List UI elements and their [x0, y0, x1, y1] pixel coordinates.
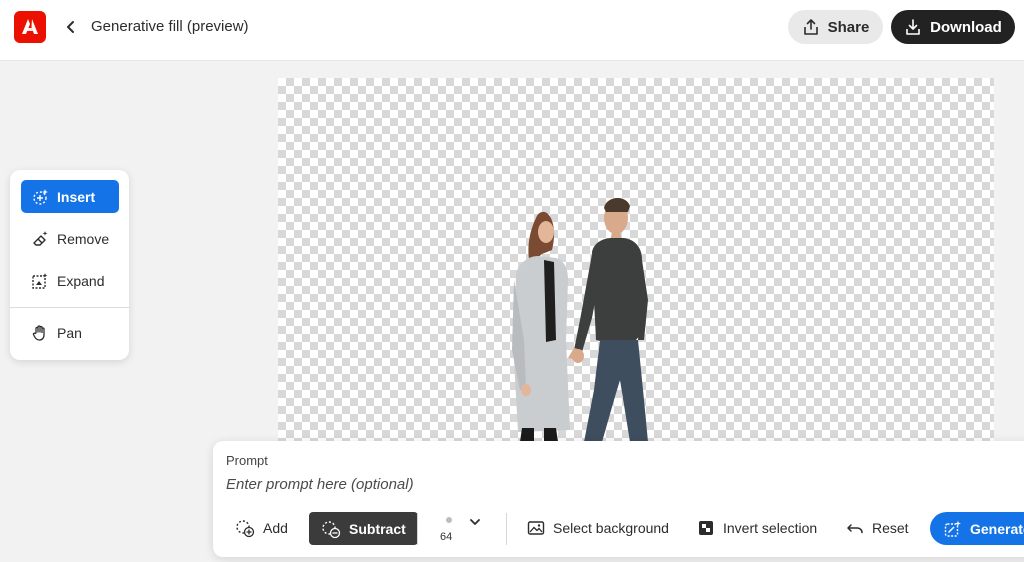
tool-insert[interactable]: Insert — [21, 180, 119, 213]
adobe-express-logo[interactable] — [14, 11, 46, 43]
insert-sparkle-icon — [33, 188, 48, 205]
brush-size-dot — [446, 517, 452, 523]
reset-label: Reset — [872, 520, 909, 536]
tool-expand-label: Expand — [57, 272, 105, 289]
eraser-icon — [33, 230, 48, 246]
image-icon — [527, 521, 545, 535]
tool-panel: Insert Remove Expand Pan — [10, 170, 129, 360]
generate-label: Generate — [970, 520, 1024, 537]
tool-remove-label: Remove — [57, 230, 110, 247]
prompt-input[interactable] — [223, 473, 823, 495]
share-label: Share — [827, 18, 870, 36]
brush-subtract-icon — [322, 520, 341, 538]
prompt-label: Prompt — [226, 453, 268, 468]
subtract-selection-button[interactable]: Subtract — [309, 512, 418, 545]
download-label: Download — [930, 18, 1002, 36]
toolbar-divider — [506, 513, 507, 545]
subtract-selection-label: Subtract — [349, 520, 406, 537]
brush-size-dropdown[interactable]: 64 — [435, 513, 485, 547]
brush-size-value: 64 — [440, 531, 453, 543]
tool-expand[interactable]: Expand — [21, 264, 119, 297]
add-selection-label: Add — [263, 520, 288, 536]
toolbar-divider — [417, 513, 418, 545]
chevron-down-icon — [470, 519, 480, 525]
add-selection-button[interactable]: Add — [235, 511, 288, 545]
page-title: Generative fill (preview) — [91, 18, 249, 35]
reset-button[interactable]: Reset — [846, 511, 909, 545]
tool-pan-label: Pan — [57, 324, 82, 341]
share-icon — [803, 19, 818, 35]
tool-insert-label: Insert — [57, 188, 96, 205]
tool-divider — [10, 307, 129, 308]
undo-icon — [847, 524, 863, 534]
prompt-bar: Prompt Add Subtract 64 Select bac — [213, 441, 1024, 557]
tool-pan[interactable]: Pan — [21, 316, 119, 349]
select-background-button[interactable]: Select background — [527, 511, 669, 545]
expand-icon — [32, 272, 48, 289]
invert-selection-icon — [699, 521, 713, 535]
top-bar: Generative fill (preview) Share Download — [0, 0, 1024, 61]
hand-icon — [32, 324, 45, 341]
subject-photo — [512, 197, 648, 442]
invert-selection-label: Invert selection — [723, 520, 818, 536]
tool-remove[interactable]: Remove — [21, 222, 119, 255]
generate-sparkle-icon — [944, 520, 961, 537]
generate-button[interactable]: Generate — [930, 512, 1024, 545]
brush-add-icon — [236, 520, 255, 538]
invert-selection-button[interactable]: Invert selection — [697, 511, 817, 545]
chevron-left-icon — [67, 21, 74, 33]
download-button[interactable]: Download — [891, 10, 1015, 44]
share-button[interactable]: Share — [788, 10, 883, 44]
image-canvas[interactable] — [278, 78, 994, 442]
logo-mark-icon — [22, 19, 38, 34]
select-background-label: Select background — [553, 520, 669, 536]
back-button[interactable] — [58, 14, 84, 40]
download-icon — [906, 19, 920, 35]
